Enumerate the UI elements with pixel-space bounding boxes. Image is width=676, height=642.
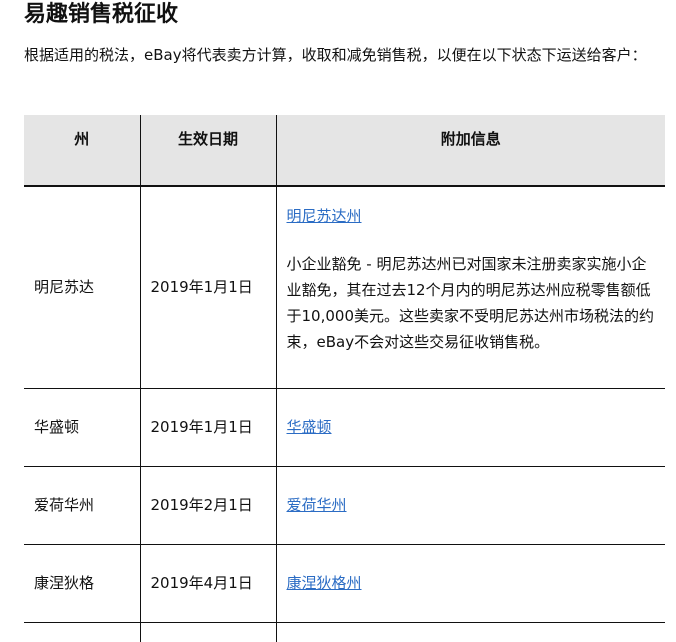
table-row: 爱荷华州 2019年2月1日 爱荷华州 [24,466,665,545]
date-cell [140,622,277,642]
exemption-note: 小企业豁免 - 明尼苏达州已对国家未注册卖家实施小企业豁免，其在过去12个月内的… [286,255,655,351]
intro-text: 根据适用的税法，eBay将代表卖方计算，收取和减免销售税，以便在以下状态下运送给… [24,46,647,64]
header-effective-date: 生效日期 [140,115,277,187]
state-cell [24,622,141,642]
info-cell: 爱荷华州 [276,466,665,545]
state-link[interactable]: 康涅狄格州 [287,574,362,592]
date-cell: 2019年1月1日 [140,388,277,467]
header-additional-info: 附加信息 [276,115,665,187]
table-row: 明尼苏达 2019年1月1日 明尼苏达州 小企业豁免 - 明尼苏达州已对国家未注… [24,186,665,389]
date-cell: 2019年1月1日 [140,186,277,389]
state-cell: 华盛顿 [24,388,141,467]
state-link[interactable]: 华盛顿 [287,418,332,436]
state-cell: 明尼苏达 [24,186,141,389]
table-row: 华盛顿 2019年1月1日 华盛顿 [24,388,665,467]
date-cell: 2019年4月1日 [140,544,277,623]
state-link[interactable]: 明尼苏达州 [287,207,362,225]
info-cell: 明尼苏达州 小企业豁免 - 明尼苏达州已对国家未注册卖家实施小企业豁免，其在过去… [276,186,665,389]
table-header-row: 州 生效日期 附加信息 [24,115,665,187]
state-cell: 康涅狄格 [24,544,141,623]
state-link[interactable]: 爱荷华州 [287,496,347,514]
date-cell: 2019年2月1日 [140,466,277,545]
info-cell: 华盛顿 [276,388,665,467]
sales-tax-table: 州 生效日期 附加信息 明尼苏达 2019年1月1日 明尼苏达州 小企业豁免 -… [24,115,665,642]
info-cell [276,622,665,642]
state-cell: 爱荷华州 [24,466,141,545]
table-row: 康涅狄格 2019年4月1日 康涅狄格州 [24,544,665,623]
info-cell: 康涅狄格州 [276,544,665,623]
table-row-partial [24,622,665,642]
page-title: 易趣销售税征收 [24,2,179,27]
header-state: 州 [24,115,141,187]
